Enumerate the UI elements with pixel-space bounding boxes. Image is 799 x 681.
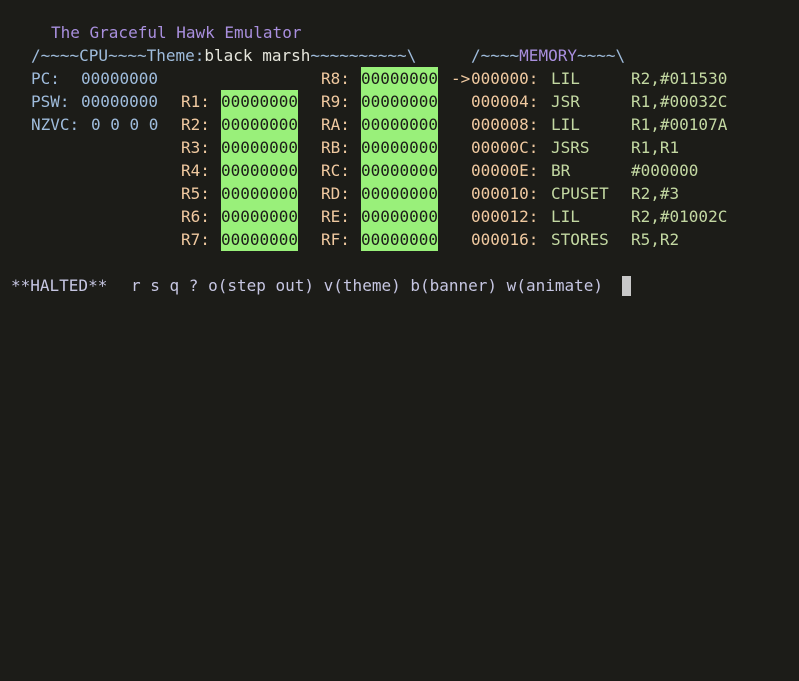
pc-label: PC: bbox=[31, 69, 60, 88]
memory-args: R1,#00032C bbox=[631, 92, 728, 111]
register-rf-value: 00000000 bbox=[361, 228, 439, 251]
memory-addr: 000004: bbox=[471, 92, 539, 111]
register-r1-label: R1: bbox=[181, 92, 210, 111]
psw-label: PSW: bbox=[31, 92, 70, 111]
memory-args: R1,#00107A bbox=[631, 115, 728, 134]
register-r2-label: R2: bbox=[181, 115, 210, 134]
memory-args: R2,#011530 bbox=[631, 69, 728, 88]
memory-op: STORES bbox=[551, 230, 609, 249]
register-re-value: 00000000 bbox=[361, 205, 439, 228]
register-rb-value: 00000000 bbox=[361, 136, 439, 159]
memory-addr: 000000: bbox=[471, 69, 539, 88]
memory-op: LIL bbox=[551, 69, 580, 88]
register-rb-label: RB: bbox=[321, 138, 350, 157]
memory-op: JSRS bbox=[551, 138, 590, 157]
app-title: The Graceful Hawk Emulator bbox=[51, 23, 302, 42]
memory-args: R1,R1 bbox=[631, 138, 680, 157]
memory-op: LIL bbox=[551, 207, 580, 226]
memory-addr: 000008: bbox=[471, 115, 539, 134]
memory-args: #000000 bbox=[631, 161, 699, 180]
register-rc-label: RC: bbox=[321, 161, 350, 180]
register-rd-label: RD: bbox=[321, 184, 350, 203]
cpu-panel-header: /~~~~CPU~~~~Theme:black marsh~~~~~~~~~~\ bbox=[31, 44, 416, 67]
memory-args: R2,#01002C bbox=[631, 207, 728, 226]
theme-name: black marsh bbox=[204, 46, 311, 65]
terminal-cursor[interactable] bbox=[622, 276, 631, 296]
register-r4-label: R4: bbox=[181, 161, 210, 180]
register-ra-value: 00000000 bbox=[361, 113, 439, 136]
register-r5-label: R5: bbox=[181, 184, 210, 203]
register-r8-label: R8: bbox=[321, 69, 350, 88]
register-r6-label: R6: bbox=[181, 207, 210, 226]
memory-header-suffix: ~~~~\ bbox=[576, 46, 626, 65]
memory-op: LIL bbox=[551, 115, 580, 134]
register-re-label: RE: bbox=[321, 207, 350, 226]
register-rd-value: 00000000 bbox=[361, 182, 439, 205]
cpu-header-suffix: ~~~~~~~~~~\ bbox=[310, 46, 417, 65]
memory-header-label: MEMORY bbox=[519, 46, 577, 65]
register-r3-label: R3: bbox=[181, 138, 210, 157]
register-r9-value: 00000000 bbox=[361, 90, 439, 113]
register-r7-label: R7: bbox=[181, 230, 210, 249]
memory-header-prefix: /~~~~ bbox=[471, 46, 520, 65]
memory-addr: 000010: bbox=[471, 184, 539, 203]
register-ra-label: RA: bbox=[321, 115, 350, 134]
memory-addr: 00000C: bbox=[471, 138, 539, 157]
memory-addr: 000016: bbox=[471, 230, 539, 249]
register-r3-value: 00000000 bbox=[221, 136, 299, 159]
command-hints: r s q ? o(step out) v(theme) b(banner) w… bbox=[131, 276, 604, 295]
register-r2-value: 00000000 bbox=[221, 113, 299, 136]
register-r1-value: 00000000 bbox=[221, 90, 299, 113]
pc-pointer-arrow: -> bbox=[451, 69, 471, 88]
memory-addr: 000012: bbox=[471, 207, 539, 226]
psw-value: 00000000 bbox=[81, 92, 159, 111]
register-rc-value: 00000000 bbox=[361, 159, 439, 182]
register-r6-value: 00000000 bbox=[221, 205, 299, 228]
memory-op: CPUSET bbox=[551, 184, 609, 203]
nzvc-value: 0 0 0 0 bbox=[91, 115, 159, 134]
memory-args: R5,R2 bbox=[631, 230, 680, 249]
memory-panel-header: /~~~~MEMORY~~~~\ bbox=[471, 44, 625, 67]
register-r5-value: 00000000 bbox=[221, 182, 299, 205]
register-r8-value: 00000000 bbox=[361, 67, 439, 90]
memory-op: JSR bbox=[551, 92, 580, 111]
memory-args: R2,#3 bbox=[631, 184, 680, 203]
pc-value: 00000000 bbox=[81, 69, 159, 88]
nzvc-label: NZVC: bbox=[31, 115, 80, 134]
memory-op: BR bbox=[551, 161, 571, 180]
cpu-header-prefix: /~~~~CPU~~~~Theme: bbox=[31, 46, 205, 65]
register-r9-label: R9: bbox=[321, 92, 350, 111]
register-r4-value: 00000000 bbox=[221, 159, 299, 182]
memory-addr: 00000E: bbox=[471, 161, 539, 180]
halted-status: **HALTED** bbox=[11, 276, 108, 295]
register-rf-label: RF: bbox=[321, 230, 350, 249]
register-r7-value: 00000000 bbox=[221, 228, 299, 251]
